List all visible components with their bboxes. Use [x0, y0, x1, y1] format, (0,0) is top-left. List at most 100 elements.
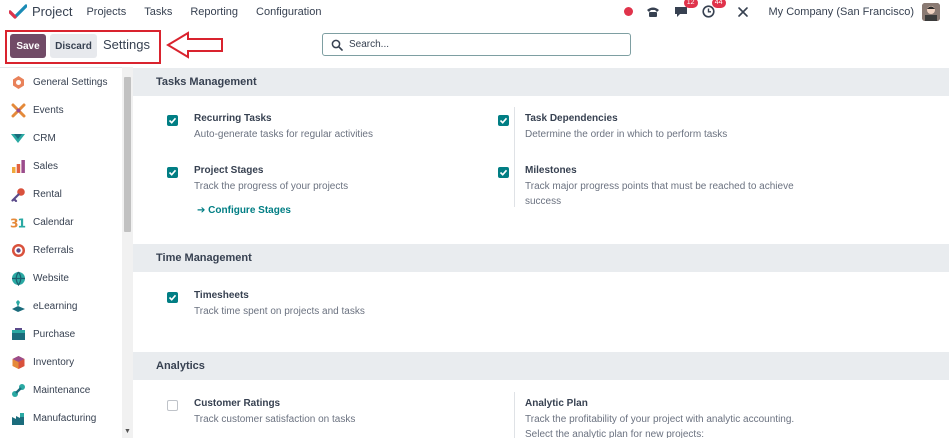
- setting-description: Track major progress points that must be…: [525, 181, 794, 207]
- section-header-tasks-management: Tasks Management: [133, 68, 949, 96]
- customer-ratings-checkbox[interactable]: [167, 400, 178, 411]
- section-header-analytics: Analytics: [133, 352, 949, 380]
- sidebar-item-label: Website: [33, 272, 69, 284]
- setting-title: Timesheets: [194, 290, 249, 301]
- sidebar-item-crm[interactable]: CRM: [0, 124, 133, 152]
- app-check-icon: [9, 3, 27, 19]
- setting-title: Task Dependencies: [525, 113, 618, 124]
- sidebar-item-general-settings[interactable]: General Settings: [0, 68, 133, 96]
- setting-title: Project Stages: [194, 165, 264, 176]
- setting-title: Milestones: [525, 165, 577, 176]
- inventory-box-icon: [10, 354, 26, 370]
- search-bar[interactable]: [322, 33, 631, 56]
- activities-clock-icon[interactable]: 44: [701, 0, 726, 20]
- setting-description: Track customer satisfaction on tasks: [194, 414, 356, 425]
- sidebar-scroll-thumb[interactable]: [124, 77, 131, 232]
- top-navbar: Project Projects Tasks Reporting Configu…: [0, 0, 949, 23]
- sidebar-item-label: Sales: [33, 160, 59, 172]
- sales-icon: [10, 158, 26, 174]
- setting-description: Auto-generate tasks for regular activiti…: [194, 129, 373, 140]
- general-settings-icon: [10, 74, 26, 90]
- purchase-icon: [10, 326, 26, 342]
- column-divider: [514, 392, 515, 438]
- menu-reporting[interactable]: Reporting: [190, 6, 238, 18]
- debug-tools-icon[interactable]: [735, 4, 751, 20]
- save-button[interactable]: Save: [10, 34, 46, 58]
- sidebar-item-label: CRM: [33, 132, 56, 144]
- search-input[interactable]: [349, 39, 619, 50]
- project-stages-checkbox[interactable]: [167, 167, 178, 178]
- page-title: Settings: [103, 37, 150, 52]
- search-icon: [331, 39, 343, 51]
- app-name: Project: [32, 4, 73, 19]
- sidebar-item-calendar[interactable]: 31 Calendar: [0, 208, 133, 236]
- messages-badge: 12: [683, 0, 698, 8]
- sidebar-item-label: Referrals: [33, 244, 74, 256]
- sidebar-item-label: Rental: [33, 188, 62, 200]
- company-switcher[interactable]: My Company (San Francisco): [769, 6, 915, 18]
- discard-button[interactable]: Discard: [50, 34, 97, 58]
- settings-main: Tasks Management Recurring Tasks Auto-ge…: [133, 67, 949, 438]
- crm-icon: [10, 130, 26, 146]
- scroll-down-arrow-icon[interactable]: ▼: [124, 428, 131, 435]
- setting-description-secondary: Select the analytic plan for new project…: [525, 429, 704, 438]
- svg-text:1: 1: [18, 216, 26, 229]
- systray: 12 44 My Company (San Francisco): [623, 0, 949, 23]
- messages-icon[interactable]: 12: [673, 0, 698, 20]
- sidebar-item-sales[interactable]: Sales: [0, 152, 133, 180]
- setting-title: Analytic Plan: [525, 398, 588, 409]
- task-dependencies-checkbox[interactable]: [498, 115, 509, 126]
- column-divider: [514, 107, 515, 207]
- sidebar-item-manufacturing[interactable]: Manufacturing: [0, 404, 133, 432]
- setting-description: Track the progress of your projects: [194, 181, 349, 192]
- settings-sidebar: General Settings Events CRM Sales Rental…: [0, 67, 133, 438]
- sidebar-item-inventory[interactable]: Inventory: [0, 348, 133, 376]
- sidebar-item-rental[interactable]: Rental: [0, 180, 133, 208]
- sidebar-item-elearning[interactable]: eLearning: [0, 292, 133, 320]
- menu-projects[interactable]: Projects: [86, 6, 126, 18]
- timesheets-checkbox[interactable]: [167, 292, 178, 303]
- setting-title: Recurring Tasks: [194, 113, 272, 124]
- activities-badge: 44: [711, 0, 726, 8]
- sidebar-item-label: Purchase: [33, 328, 76, 340]
- sidebar-item-label: Manufacturing: [33, 412, 97, 424]
- main-menu: Projects Tasks Reporting Configuration: [86, 6, 339, 18]
- annotation-arrow-icon: [166, 31, 223, 59]
- sidebar-item-events[interactable]: Events: [0, 96, 133, 124]
- sidebar-item-label: eLearning: [33, 300, 78, 312]
- elearning-icon: [10, 298, 26, 314]
- manufacturing-icon: [10, 410, 26, 426]
- maintenance-icon: [10, 382, 26, 398]
- sidebar-item-label: General Settings: [33, 76, 108, 88]
- sidebar-item-label: Events: [33, 104, 64, 116]
- sidebar-item-website[interactable]: Website: [0, 264, 133, 292]
- menu-tasks[interactable]: Tasks: [144, 6, 172, 18]
- sidebar-item-referrals[interactable]: Referrals: [0, 236, 133, 264]
- setting-title: Customer Ratings: [194, 398, 281, 409]
- events-icon: [10, 102, 26, 118]
- arrow-right-icon: ➔: [197, 205, 209, 216]
- setting-description: Track time spent on projects and tasks: [194, 306, 365, 317]
- sidebar-item-maintenance[interactable]: Maintenance: [0, 376, 133, 404]
- sidebar-item-label: Maintenance: [33, 384, 91, 396]
- recording-dot-icon[interactable]: [623, 7, 633, 16]
- sidebar-item-label: Inventory: [33, 356, 75, 368]
- referrals-icon: [10, 242, 26, 258]
- setting-description: Determine the order in which to perform …: [525, 129, 728, 140]
- sidebar-scrollbar[interactable]: ▼: [122, 67, 133, 438]
- recurring-tasks-checkbox[interactable]: [167, 115, 178, 126]
- rental-key-icon: [10, 186, 26, 202]
- website-globe-icon: [10, 270, 26, 286]
- sidebar-item-label: Calendar: [33, 216, 74, 228]
- configure-stages-link[interactable]: ➔ Configure Stages: [197, 205, 291, 216]
- calendar-icon: 31: [10, 214, 26, 230]
- menu-configuration[interactable]: Configuration: [256, 6, 321, 18]
- sidebar-item-purchase[interactable]: Purchase: [0, 320, 133, 348]
- user-avatar[interactable]: [922, 2, 940, 21]
- control-panel: Save Discard Settings: [0, 23, 949, 67]
- phone-icon[interactable]: [645, 4, 661, 20]
- milestones-checkbox[interactable]: [498, 167, 509, 178]
- section-header-time-management: Time Management: [133, 244, 949, 272]
- app-brand[interactable]: Project: [9, 3, 73, 20]
- setting-description: Track the profitability of your project …: [525, 414, 795, 425]
